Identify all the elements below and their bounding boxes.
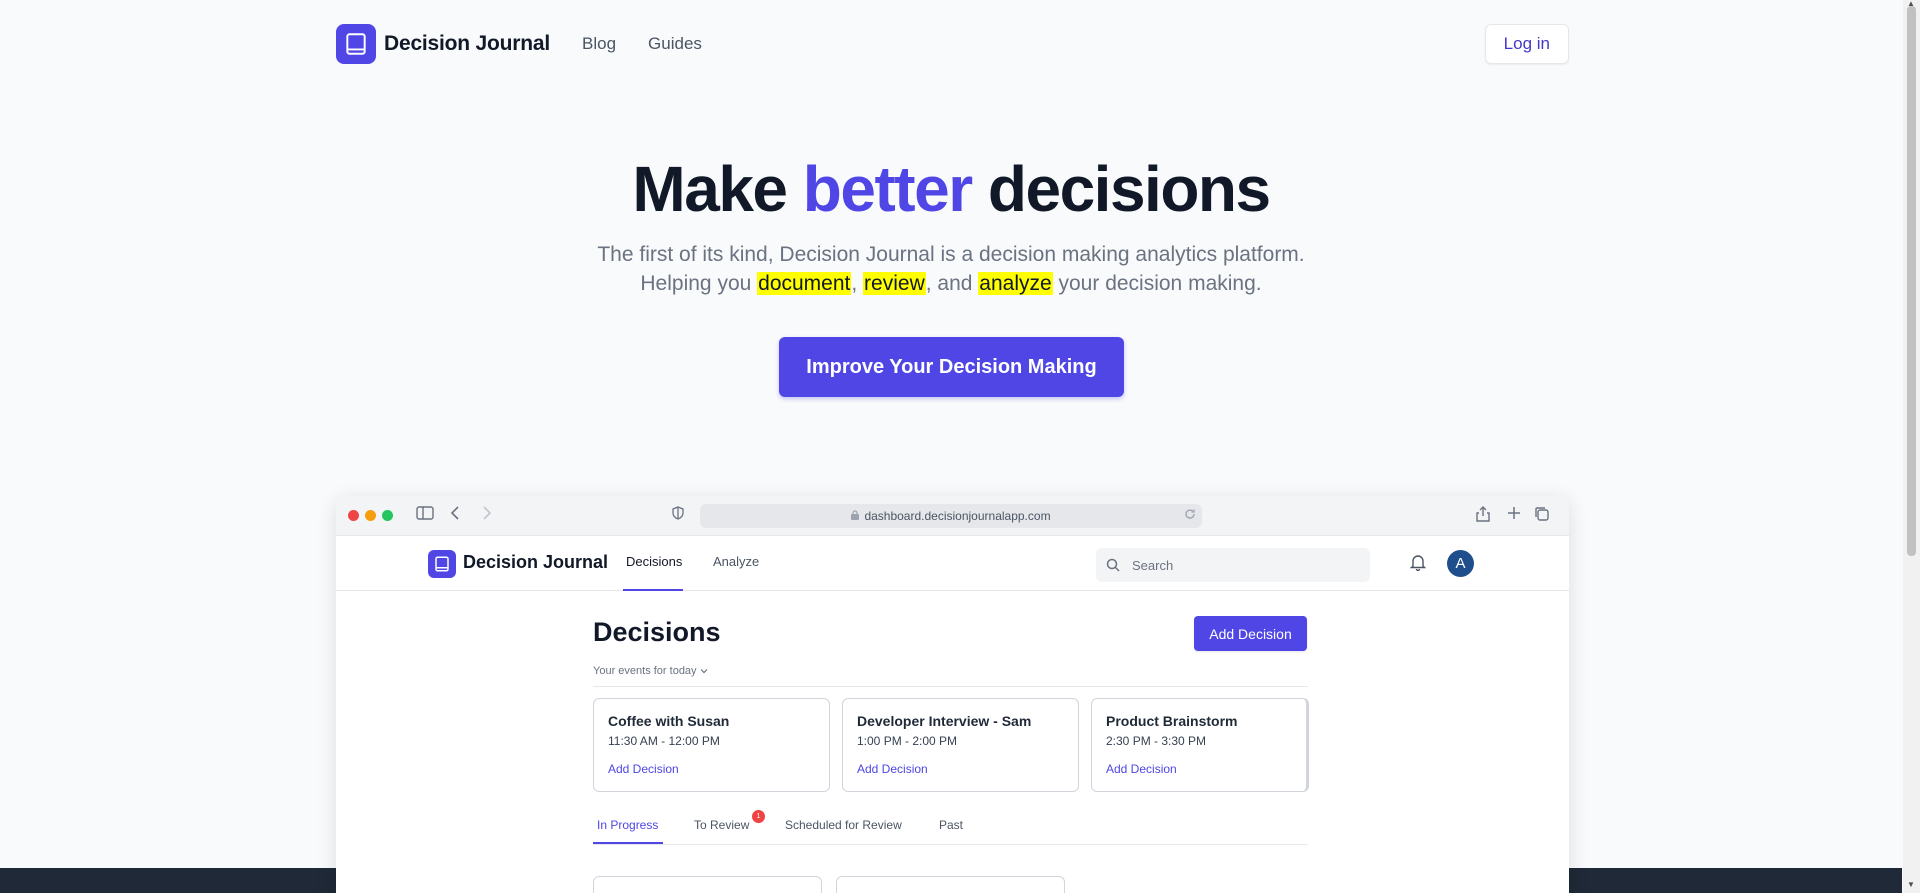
tab-to-review[interactable]: To Review [694, 818, 749, 832]
cta-button[interactable]: Improve Your Decision Making [779, 337, 1124, 397]
nav-link-blog[interactable]: Blog [582, 34, 616, 54]
app-nav: Decision Journal Decisions Analyze Searc… [336, 537, 1569, 591]
page-title: Decisions [593, 617, 721, 647]
sub-text: , and [925, 272, 979, 295]
active-tab-indicator [623, 589, 683, 591]
divider [593, 686, 1308, 687]
share-icon [1476, 506, 1490, 528]
tab-past[interactable]: Past [939, 818, 963, 832]
decision-card[interactable] [836, 876, 1065, 893]
highlight-document: document [757, 272, 852, 295]
event-card: Coffee with Susan 11:30 AM - 12:00 PM Ad… [593, 698, 830, 792]
tab-scheduled-for-review[interactable]: Scheduled for Review [785, 818, 902, 832]
scrollbar-thumb[interactable] [1907, 6, 1916, 556]
bell-icon[interactable] [1409, 553, 1427, 576]
book-icon [435, 556, 449, 572]
url-text: dashboard.decisionjournalapp.com [864, 509, 1051, 523]
event-add-decision-link[interactable]: Add Decision [857, 762, 1064, 776]
hero-title-pre: Make [632, 153, 803, 225]
hero-title-post: decisions [971, 153, 1271, 225]
page-scrollbar[interactable]: ▲ ▼ [1903, 0, 1920, 893]
search-icon [1106, 558, 1120, 572]
events-dropdown[interactable]: Your events for today [593, 665, 708, 677]
sub-text: your decision making. [1052, 272, 1262, 295]
event-card: Product Brainstorm 2:30 PM - 3:30 PM Add… [1091, 698, 1309, 792]
new-tab-icon [1507, 506, 1521, 526]
event-time: 2:30 PM - 3:30 PM [1106, 734, 1207, 748]
brand-name[interactable]: Decision Journal [384, 32, 550, 56]
hero-subtitle: The first of its kind, Decision Journal … [0, 240, 1902, 298]
event-add-decision-link[interactable]: Add Decision [1106, 762, 1292, 776]
tab-in-progress[interactable]: In Progress [597, 818, 658, 832]
search-input[interactable]: Search [1096, 548, 1370, 582]
scroll-down-icon[interactable]: ▼ [1907, 880, 1915, 889]
shield-icon [672, 506, 684, 526]
browser-chrome: dashboard.decisionjournalapp.com [336, 496, 1569, 536]
event-card: Developer Interview - Sam 1:00 PM - 2:00… [842, 698, 1079, 792]
logo[interactable] [336, 24, 376, 64]
highlight-analyze: analyze [978, 272, 1053, 295]
app-logo[interactable] [428, 550, 456, 578]
back-icon [450, 506, 460, 526]
address-bar: dashboard.decisionjournalapp.com [700, 504, 1202, 528]
tab-analyze[interactable]: Analyze [713, 554, 759, 569]
search-placeholder: Search [1132, 557, 1174, 573]
event-title: Product Brainstorm [1106, 713, 1238, 729]
event-title: Developer Interview - Sam [857, 713, 1032, 729]
minimize-dot-icon [365, 510, 376, 521]
decision-tabs: In Progress To Review 1 Scheduled for Re… [593, 810, 1308, 845]
sub-text: Helping you [640, 272, 758, 295]
avatar[interactable]: A [1447, 550, 1474, 577]
lock-icon [851, 509, 860, 523]
nav-link-guides[interactable]: Guides [648, 34, 702, 54]
to-review-badge: 1 [752, 810, 765, 823]
tab-decisions[interactable]: Decisions [626, 554, 682, 569]
forward-icon [482, 506, 492, 526]
hero-subtitle-line1: The first of its kind, Decision Journal … [597, 243, 1305, 266]
chevron-down-icon [700, 665, 708, 677]
sidebar-icon [416, 506, 434, 526]
sub-text: , [851, 272, 864, 295]
browser-mockup: dashboard.decisionjournalapp.com Decisio… [336, 496, 1569, 893]
book-icon [346, 33, 366, 55]
events-label: Your events for today [593, 665, 697, 677]
highlight-review: review [863, 272, 926, 295]
hero-title-accent: better [802, 153, 973, 225]
tabs-overview-icon [1534, 506, 1550, 528]
event-add-decision-link[interactable]: Add Decision [608, 762, 815, 776]
close-dot-icon [348, 510, 359, 521]
maximize-dot-icon [382, 510, 393, 521]
login-button[interactable]: Log in [1484, 24, 1569, 64]
hero-subtitle-line2: Helping you document, review, and analyz… [0, 269, 1902, 298]
hero-title: Make better decisions [0, 152, 1902, 226]
event-time: 1:00 PM - 2:00 PM [857, 734, 958, 748]
reload-icon [1184, 508, 1196, 523]
top-nav: Decision Journal Blog Guides Log in [336, 24, 1569, 64]
add-decision-button[interactable]: Add Decision [1194, 616, 1307, 651]
app-brand[interactable]: Decision Journal [463, 552, 608, 573]
active-tab-indicator [593, 842, 663, 844]
decision-card[interactable] [593, 876, 822, 893]
event-title: Coffee with Susan [608, 713, 730, 729]
event-time: 11:30 AM - 12:00 PM [608, 734, 720, 748]
